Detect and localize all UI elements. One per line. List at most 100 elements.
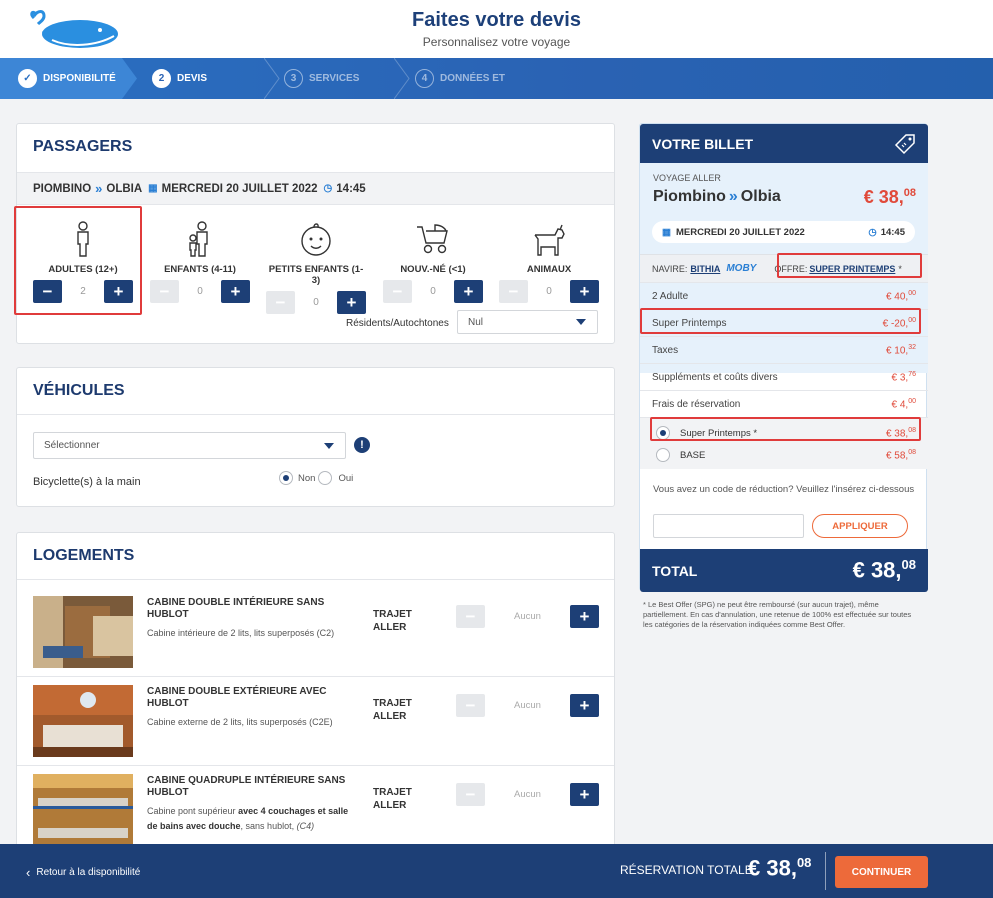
- step-services: 3 SERVICES: [284, 58, 359, 99]
- cabin-stepper: − Aucun +: [456, 783, 599, 806]
- check-icon: ✓: [18, 69, 37, 88]
- ticket-route: Piombino » Olbia: [653, 188, 781, 206]
- newborn-count[interactable]: 0: [412, 286, 454, 297]
- newborn-increment-button[interactable]: +: [454, 280, 483, 303]
- caret-down-icon: [576, 319, 586, 325]
- step-disponibilite[interactable]: ✓ DISPONIBILITÉ: [18, 58, 116, 99]
- vehicle-select[interactable]: Sélectionner: [33, 432, 346, 459]
- step-divider-icon: [394, 58, 410, 99]
- passenger-type-children: ENFANTS (4-11) − 0 +: [150, 219, 250, 303]
- ticket-header: VOTRE BILLET: [640, 124, 928, 163]
- passenger-type-label: NOUV.-NÉ (<1): [400, 264, 466, 275]
- step-label: DEVIS: [177, 73, 208, 84]
- animals-increment-button[interactable]: +: [570, 280, 599, 303]
- cabin-increment-button[interactable]: +: [570, 605, 599, 628]
- animals-stepper: − 0 +: [499, 280, 599, 303]
- caret-down-icon: [324, 442, 334, 449]
- cabin-count[interactable]: Aucun: [485, 700, 570, 711]
- children-increment-button[interactable]: +: [221, 280, 250, 303]
- passengers-title: PASSAGERS: [33, 138, 133, 155]
- animals-decrement-button[interactable]: −: [499, 280, 528, 303]
- children-count[interactable]: 0: [179, 286, 221, 297]
- clock-icon: ◷: [323, 183, 333, 194]
- cabin-description: Cabine externe de 2 lits, lits superposé…: [147, 717, 333, 727]
- continue-button[interactable]: CONTINUER: [835, 856, 928, 888]
- calendar-icon: ▦: [148, 183, 158, 194]
- cabin-trajet: TRAJET ALLER: [373, 609, 412, 633]
- cabin-increment-button[interactable]: +: [570, 783, 599, 806]
- cabin-decrement-button[interactable]: −: [456, 605, 485, 628]
- price-line-value: € 40,00: [885, 289, 916, 303]
- route-to: OLBIA: [106, 182, 143, 195]
- fare-radio[interactable]: [656, 448, 670, 462]
- cabin-count[interactable]: Aucun: [485, 611, 570, 622]
- residents-value: Nul: [468, 316, 484, 328]
- route-from: PIOMBINO: [33, 182, 92, 195]
- double-chevron-icon: »: [728, 188, 738, 205]
- divider: [17, 414, 614, 415]
- total-reservation-price: € 38,08: [748, 855, 812, 881]
- cabin-increment-button[interactable]: +: [570, 694, 599, 717]
- stroller-icon: [417, 224, 448, 254]
- apply-button[interactable]: APPLIQUER: [812, 514, 908, 538]
- info-exclamation-icon[interactable]: !: [354, 437, 370, 453]
- cabin-photo: [33, 685, 133, 757]
- passenger-type-label: ANIMAUX: [526, 264, 572, 275]
- animals-count[interactable]: 0: [528, 286, 570, 297]
- bicycle-yes-radio[interactable]: [318, 471, 333, 485]
- highlight-fare: [650, 417, 921, 441]
- bicycle-label: Bicyclette(s) à la main: [33, 476, 141, 488]
- price-line-value: € 10,32: [885, 343, 916, 357]
- step-divider-icon: [264, 58, 280, 99]
- cabin-row: CABINE QUADRUPLE INTÉRIEURE SANS HUBLOT …: [17, 766, 614, 855]
- divider: [825, 852, 826, 890]
- cabin-count[interactable]: Aucun: [485, 789, 570, 800]
- vehicles-title: VÉHICULES: [33, 382, 125, 399]
- price-line: 2 Adulte € 40,00: [640, 282, 928, 309]
- cabin-desc-part: Cabine pont supérieur: [147, 806, 239, 816]
- fare-option-base[interactable]: BASE: [656, 448, 705, 462]
- bicycle-no-radio[interactable]: [279, 471, 293, 485]
- highlight-offer: [777, 253, 922, 278]
- chevron-left-icon: ‹: [26, 865, 31, 880]
- highlight-discount: [640, 308, 921, 334]
- residents-select[interactable]: Nul: [457, 310, 598, 334]
- total-label: TOTAL: [652, 562, 698, 579]
- passenger-type-newborn: NOUV.-NÉ (<1) − 0 +: [383, 219, 483, 303]
- step-donnees: 4 DONNÉES ET: [415, 58, 505, 99]
- price-line: Frais de réservation € 4,00: [640, 390, 928, 417]
- bottom-bar: ‹ Retour à la disponibilité RÉSERVATION …: [0, 844, 993, 898]
- step-label: DISPONIBILITÉ: [43, 73, 116, 84]
- baby-face-icon: [301, 223, 331, 256]
- back-link[interactable]: ‹ Retour à la disponibilité: [26, 865, 140, 880]
- children-decrement-button[interactable]: −: [150, 280, 179, 303]
- cabin-photo: [33, 774, 133, 854]
- ticket-price: € 38,08: [864, 187, 916, 208]
- newborn-stepper: − 0 +: [383, 280, 483, 303]
- cabin-name: CABINE DOUBLE INTÉRIEURE SANS HUBLOT: [147, 597, 325, 620]
- ship-name-link[interactable]: BITHIA: [690, 264, 720, 274]
- vehicles-panel: VÉHICULES Sélectionner ! Bicyclette(s) à…: [16, 367, 615, 507]
- bicycle-no-label: Non: [298, 472, 316, 484]
- price-line-label: Taxes: [652, 344, 679, 356]
- ticket-total: TOTAL € 38,08: [640, 549, 928, 592]
- step-label: SERVICES: [309, 73, 360, 84]
- passenger-type-label: PETITS ENFANTS (1-3): [268, 264, 364, 286]
- ticket-to: Olbia: [740, 188, 781, 205]
- promo-code-input[interactable]: [653, 514, 804, 538]
- cabin-description: Cabine pont supérieur avec 4 couchages e…: [147, 804, 357, 834]
- step-devis: 2 DEVIS: [152, 58, 207, 99]
- promo-text: Vous avez un code de réduction? Veuillez…: [653, 484, 915, 495]
- cabin-decrement-button[interactable]: −: [456, 783, 485, 806]
- newborn-decrement-button[interactable]: −: [383, 280, 412, 303]
- back-label: Retour à la disponibilité: [36, 867, 141, 878]
- infants-decrement-button[interactable]: −: [266, 291, 295, 314]
- infants-count[interactable]: 0: [295, 297, 337, 308]
- clock-icon: ◷: [868, 226, 877, 238]
- passenger-type-infants: PETITS ENFANTS (1-3) − 0 +: [266, 219, 366, 314]
- child-icon: [189, 221, 208, 257]
- price-int: € 38,: [863, 187, 904, 207]
- infants-increment-button[interactable]: +: [337, 291, 366, 314]
- cabin-decrement-button[interactable]: −: [456, 694, 485, 717]
- bicycle-yes-label: Oui: [338, 472, 354, 484]
